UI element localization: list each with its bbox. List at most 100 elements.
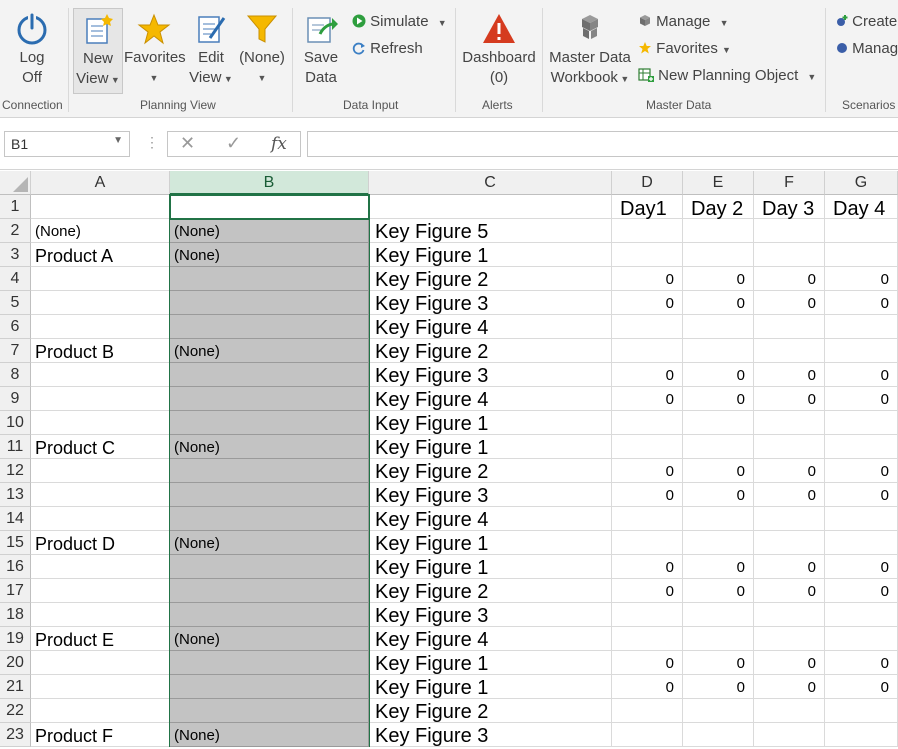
row-header[interactable]: 2	[0, 219, 31, 243]
cell-g2[interactable]	[825, 219, 898, 243]
row-header[interactable]: 13	[0, 483, 31, 507]
cell-g13[interactable]: 0	[825, 483, 898, 507]
cell-a22[interactable]	[31, 699, 170, 723]
cell-g16[interactable]: 0	[825, 555, 898, 579]
cell-d14[interactable]	[612, 507, 683, 531]
cell-d20[interactable]: 0	[612, 651, 683, 675]
cell-f13[interactable]: 0	[754, 483, 825, 507]
cell-g22[interactable]	[825, 699, 898, 723]
favorites-small-button[interactable]: Favorites ▼	[638, 39, 731, 60]
cell-a10[interactable]	[31, 411, 170, 435]
cell-a3[interactable]: Product A	[31, 243, 170, 267]
cell-f18[interactable]	[754, 603, 825, 627]
cell-e17[interactable]: 0	[683, 579, 754, 603]
cell-b10[interactable]	[170, 411, 369, 435]
cell-e23[interactable]	[683, 723, 754, 747]
cell-d4[interactable]: 0	[612, 267, 683, 291]
manage-scenario-button[interactable]: Manag	[836, 39, 898, 59]
insert-function-icon[interactable]: fx	[271, 134, 287, 154]
cell-b19[interactable]: (None)	[170, 627, 369, 651]
row-header[interactable]: 11	[0, 435, 31, 459]
cell-g23[interactable]	[825, 723, 898, 747]
row-header[interactable]: 14	[0, 507, 31, 531]
cell-g6[interactable]	[825, 315, 898, 339]
row-header[interactable]: 22	[0, 699, 31, 723]
cell-d19[interactable]	[612, 627, 683, 651]
favorites-button[interactable]: Favorites ▼	[124, 12, 186, 88]
row-header[interactable]: 6	[0, 315, 31, 339]
cell-e12[interactable]: 0	[683, 459, 754, 483]
cell-e13[interactable]: 0	[683, 483, 754, 507]
cell-c21[interactable]: Key Figure 1	[369, 675, 612, 699]
cell-g5[interactable]: 0	[825, 291, 898, 315]
cell-c3[interactable]: Key Figure 1	[369, 243, 612, 267]
cell-d9[interactable]: 0	[612, 387, 683, 411]
log-off-button[interactable]: Log Off	[6, 12, 58, 88]
cell-e21[interactable]: 0	[683, 675, 754, 699]
more-options-icon[interactable]: ⋮	[145, 134, 159, 151]
column-header-b[interactable]: B	[170, 171, 369, 195]
edit-view-button[interactable]: Edit View ▼	[186, 12, 236, 89]
row-header[interactable]: 16	[0, 555, 31, 579]
cell-g19[interactable]	[825, 627, 898, 651]
cell-g21[interactable]: 0	[825, 675, 898, 699]
simulate-button[interactable]: Simulate ▼	[352, 12, 447, 33]
cell-g4[interactable]: 0	[825, 267, 898, 291]
cell-c22[interactable]: Key Figure 2	[369, 699, 612, 723]
cell-e14[interactable]	[683, 507, 754, 531]
filter-button[interactable]: (None) ▼	[236, 12, 288, 88]
cell-c14[interactable]: Key Figure 4	[369, 507, 612, 531]
cell-b11[interactable]: (None)	[170, 435, 369, 459]
cell-g12[interactable]: 0	[825, 459, 898, 483]
cell-c20[interactable]: Key Figure 1	[369, 651, 612, 675]
cell-e4[interactable]: 0	[683, 267, 754, 291]
cell-c5[interactable]: Key Figure 3	[369, 291, 612, 315]
cell-g1[interactable]: Day 4	[825, 195, 898, 220]
cell-d22[interactable]	[612, 699, 683, 723]
cell-f7[interactable]	[754, 339, 825, 363]
cell-d23[interactable]	[612, 723, 683, 747]
cell-a16[interactable]	[31, 555, 170, 579]
cell-b5[interactable]	[170, 291, 369, 315]
cell-d17[interactable]: 0	[612, 579, 683, 603]
chevron-down-icon[interactable]: ▼	[113, 135, 123, 146]
cell-e15[interactable]	[683, 531, 754, 555]
save-data-button[interactable]: Save Data	[298, 12, 344, 88]
cell-g8[interactable]: 0	[825, 363, 898, 387]
cell-a2[interactable]: (None)	[31, 219, 170, 243]
column-header-g[interactable]: G	[825, 171, 898, 195]
row-header[interactable]: 19	[0, 627, 31, 651]
cell-c6[interactable]: Key Figure 4	[369, 315, 612, 339]
cell-d8[interactable]: 0	[612, 363, 683, 387]
new-planning-object-button[interactable]: New Planning Object ▼	[638, 66, 816, 87]
row-header[interactable]: 7	[0, 339, 31, 363]
row-header[interactable]: 8	[0, 363, 31, 387]
master-data-workbook-button[interactable]: Master Data Workbook ▼	[547, 12, 633, 89]
cell-a1[interactable]	[31, 195, 170, 219]
cell-f6[interactable]	[754, 315, 825, 339]
cell-f15[interactable]	[754, 531, 825, 555]
cell-f21[interactable]: 0	[754, 675, 825, 699]
cell-f14[interactable]	[754, 507, 825, 531]
cell-e19[interactable]	[683, 627, 754, 651]
row-header[interactable]: 9	[0, 387, 31, 411]
cell-g3[interactable]	[825, 243, 898, 267]
cell-a11[interactable]: Product C	[31, 435, 170, 459]
row-header[interactable]: 4	[0, 267, 31, 291]
row-header[interactable]: 23	[0, 723, 31, 747]
cell-f19[interactable]	[754, 627, 825, 651]
cell-c9[interactable]: Key Figure 4	[369, 387, 612, 411]
cell-a19[interactable]: Product E	[31, 627, 170, 651]
cell-e8[interactable]: 0	[683, 363, 754, 387]
row-header[interactable]: 20	[0, 651, 31, 675]
cell-e10[interactable]	[683, 411, 754, 435]
cell-d21[interactable]: 0	[612, 675, 683, 699]
cell-b22[interactable]	[170, 699, 369, 723]
cell-a17[interactable]	[31, 579, 170, 603]
cell-d1[interactable]: Day1	[612, 195, 683, 220]
cell-d3[interactable]	[612, 243, 683, 267]
cell-f9[interactable]: 0	[754, 387, 825, 411]
dashboard-button[interactable]: Dashboard (0)	[461, 12, 537, 88]
cell-d6[interactable]	[612, 315, 683, 339]
cell-f8[interactable]: 0	[754, 363, 825, 387]
